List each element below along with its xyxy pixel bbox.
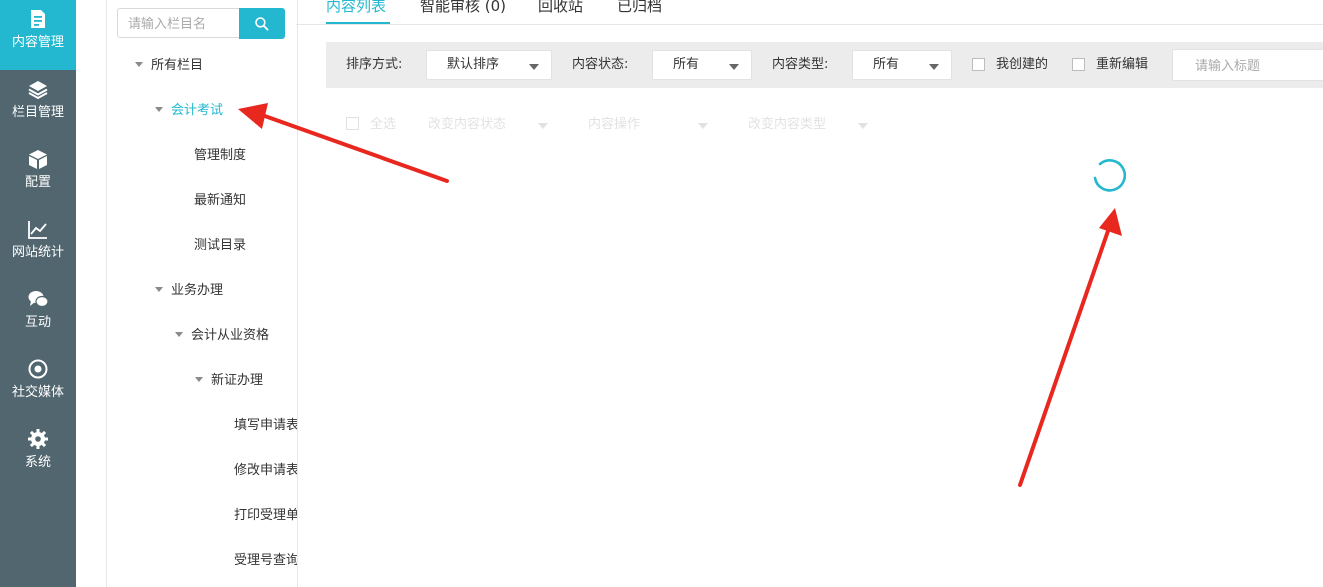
document-icon xyxy=(31,10,45,28)
select-all-label: 全选 xyxy=(370,117,397,132)
content-ops-dropdown[interactable]: 内容操作 xyxy=(588,117,640,133)
column-search-box xyxy=(117,8,240,38)
tree-node-label: 会计考试 xyxy=(171,103,224,118)
status-value: 所有 xyxy=(673,57,700,72)
nav-item-system[interactable]: 系统 xyxy=(0,420,76,490)
expand-caret-icon[interactable] xyxy=(135,62,143,67)
chevron-down-icon xyxy=(729,64,739,70)
tab-content-list[interactable]: 内容列表 xyxy=(326,0,386,16)
type-label: 内容类型: xyxy=(772,57,829,72)
tree-node-label: 打印受理单 xyxy=(234,508,298,523)
tree-node-test-directory[interactable]: 测试目录 xyxy=(194,236,246,256)
tab-recycle-bin[interactable]: 回收站 xyxy=(538,0,583,16)
tree-node-label: 受理号查询 xyxy=(234,553,298,568)
tree-node-all-columns[interactable]: 所有栏目 xyxy=(135,56,203,76)
reedit-label: 重新编辑 xyxy=(1096,57,1149,72)
change-status-dropdown[interactable]: 改变内容状态 xyxy=(428,117,506,133)
change-type-dropdown[interactable]: 改变内容类型 xyxy=(748,117,826,133)
type-select[interactable]: 所有 xyxy=(852,50,952,80)
tree-node-accounting-qualification[interactable]: 会计从业资格 xyxy=(175,326,269,346)
tree-node-latest-notice[interactable]: 最新通知 xyxy=(194,191,246,211)
reedit-checkbox[interactable] xyxy=(1072,58,1085,71)
loading-spinner-icon xyxy=(1093,159,1126,192)
expand-caret-icon[interactable] xyxy=(195,377,203,382)
chevron-down-icon xyxy=(538,123,548,129)
tree-node-business[interactable]: 业务办理 xyxy=(155,281,223,301)
tab-smart-review[interactable]: 智能审核 (0) xyxy=(420,0,506,16)
nav-item-site-stats[interactable]: 网站统计 xyxy=(0,210,76,280)
tree-node-label: 填写申请表 xyxy=(234,418,298,433)
cube-icon xyxy=(29,150,47,169)
chevron-down-icon xyxy=(858,123,868,129)
gear-icon xyxy=(28,429,48,449)
nav-item-interaction[interactable]: 互动 xyxy=(0,280,76,350)
expand-caret-icon[interactable] xyxy=(175,332,183,337)
sort-label: 排序方式: xyxy=(346,57,403,72)
column-search-input[interactable] xyxy=(126,10,240,38)
bulk-actions-row: 全选 改变内容状态 内容操作 改变内容类型 xyxy=(346,115,906,137)
my-created-checkbox[interactable] xyxy=(972,58,985,71)
tree-node-label: 测试目录 xyxy=(194,238,247,253)
tree-node-label: 业务办理 xyxy=(171,283,224,298)
title-search-box xyxy=(1172,49,1323,81)
tree-node-label: 新证办理 xyxy=(211,373,264,388)
content-tabs: 内容列表 智能审核 (0) 回收站 已归档 xyxy=(296,0,1323,25)
annotation-arrow-to-spinner xyxy=(1018,208,1122,487)
nav-label: 互动 xyxy=(24,315,51,330)
select-all-checkbox[interactable] xyxy=(346,117,359,130)
tree-node-fill-application[interactable]: 填写申请表 xyxy=(234,416,298,436)
tree-node-label: 所有栏目 xyxy=(151,58,204,73)
column-search-button[interactable] xyxy=(239,8,285,39)
chevron-down-icon xyxy=(698,123,708,129)
status-label: 内容状态: xyxy=(572,57,629,72)
expand-caret-icon[interactable] xyxy=(155,107,163,112)
status-select[interactable]: 所有 xyxy=(652,50,752,80)
tab-archived[interactable]: 已归档 xyxy=(617,0,662,16)
active-tab-indicator xyxy=(326,22,390,24)
nav-label: 网站统计 xyxy=(11,245,64,260)
chevron-down-icon xyxy=(929,64,939,70)
tree-node-label: 管理制度 xyxy=(194,148,247,163)
nav-item-social-media[interactable]: 社交媒体 xyxy=(0,350,76,420)
nav-item-content-management[interactable]: 内容管理 xyxy=(0,0,76,70)
tree-node-query-number[interactable]: 受理号查询 xyxy=(234,551,298,571)
target-icon xyxy=(28,359,48,379)
sort-select[interactable]: 默认排序 xyxy=(426,50,552,80)
tree-node-label: 会计从业资格 xyxy=(191,328,270,343)
nav-label: 社交媒体 xyxy=(11,385,64,400)
my-created-label: 我创建的 xyxy=(996,57,1049,72)
title-search-input[interactable] xyxy=(1193,51,1323,81)
tree-node-modify-application[interactable]: 修改申请表 xyxy=(234,461,298,481)
tree-node-management-rules[interactable]: 管理制度 xyxy=(194,146,246,166)
filter-bar: 排序方式: 默认排序 内容状态: 所有 内容类型: 所有 我创建的 重新编辑 xyxy=(326,42,1323,88)
layers-icon xyxy=(28,81,48,100)
tree-node-accounting-exam[interactable]: 会计考试 xyxy=(155,101,223,121)
nav-label: 配置 xyxy=(24,175,51,190)
expand-caret-icon[interactable] xyxy=(155,287,163,292)
nav-item-config[interactable]: 配置 xyxy=(0,140,76,210)
chat-icon xyxy=(28,291,49,308)
tree-node-new-certificate[interactable]: 新证办理 xyxy=(195,371,263,391)
chevron-down-icon xyxy=(529,64,539,70)
type-value: 所有 xyxy=(873,57,900,72)
tree-node-label: 修改申请表 xyxy=(234,463,298,478)
tree-node-print-receipt[interactable]: 打印受理单 xyxy=(234,506,298,526)
search-icon xyxy=(255,17,269,31)
tree-node-label: 最新通知 xyxy=(194,193,247,208)
nav-label: 栏目管理 xyxy=(11,105,64,120)
nav-label: 内容管理 xyxy=(11,35,64,50)
left-nav: 内容管理 栏目管理 配置 网站统计 互动 社交媒体 系统 xyxy=(0,0,76,587)
column-tree-panel: 所有栏目 会计考试 管理制度 最新通知 测试目录 业务办理 会计从业资格 新证办… xyxy=(106,0,298,587)
line-chart-icon xyxy=(28,221,47,239)
nav-label: 系统 xyxy=(24,455,51,470)
sort-value: 默认排序 xyxy=(447,57,500,72)
nav-item-column-management[interactable]: 栏目管理 xyxy=(0,70,76,140)
